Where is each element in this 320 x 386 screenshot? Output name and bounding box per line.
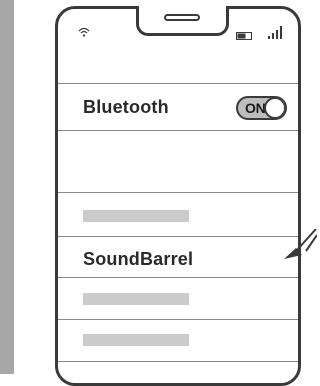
bluetooth-label: Bluetooth (83, 97, 169, 117)
device-placeholder (83, 334, 189, 346)
wifi-icon (78, 27, 90, 37)
divider (58, 130, 298, 131)
toggle-knob (264, 98, 285, 118)
battery-icon (236, 32, 252, 40)
device-name[interactable]: SoundBarrel (83, 249, 193, 270)
device-placeholder (83, 210, 189, 222)
divider (58, 236, 298, 237)
device-placeholder (83, 293, 189, 305)
signal-icon (268, 26, 282, 39)
phone-frame: Bluetooth ON SoundBarrel (55, 6, 301, 386)
pointer-arrow-icon (284, 229, 317, 259)
divider (58, 192, 298, 193)
phone-notch (136, 6, 229, 36)
divider (58, 319, 298, 320)
bluetooth-toggle[interactable]: ON (236, 96, 287, 120)
toggle-state-text: ON (245, 100, 266, 116)
side-strip (0, 0, 14, 374)
divider (58, 277, 298, 278)
speaker-slot (164, 14, 200, 21)
divider (58, 83, 298, 84)
divider (58, 361, 298, 362)
